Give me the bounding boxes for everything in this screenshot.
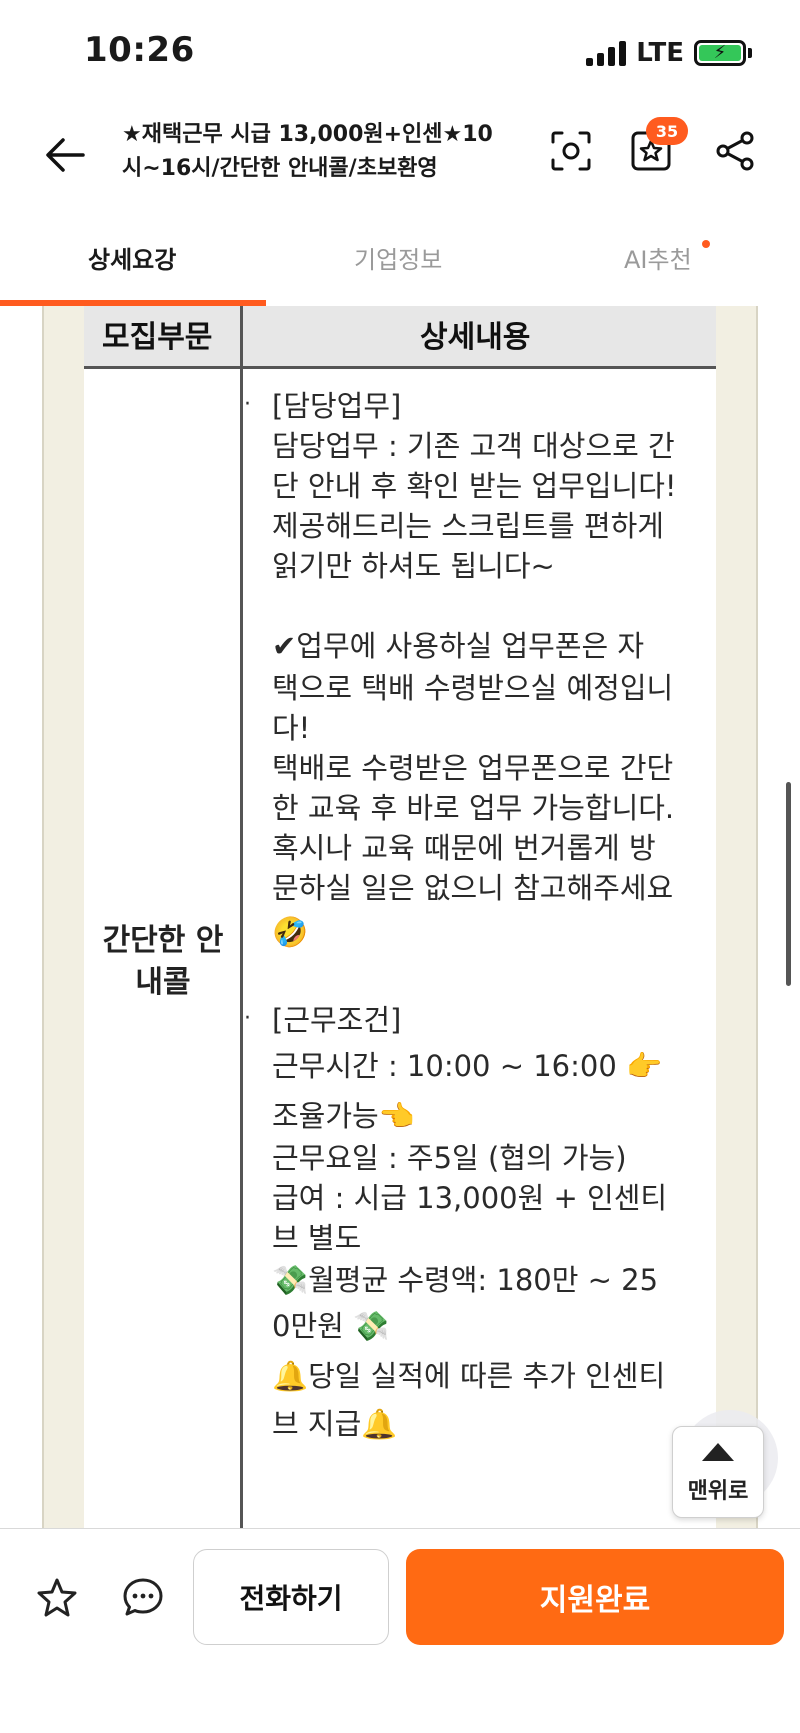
emoji-rofl: 🤣 bbox=[272, 915, 309, 949]
signal-icon bbox=[586, 40, 627, 66]
detail-line: 담당업무 : 기존 고객 대상으로 간 bbox=[272, 429, 675, 463]
detail-line: 근무시간 : 10:00 ~ 16:00 👉 bbox=[272, 1049, 663, 1083]
detail-line: 한 교육 후 바로 업무 가능합니다. bbox=[272, 791, 675, 825]
chat-bubble-icon[interactable] bbox=[118, 1573, 168, 1623]
section-heading: [근무조건] bbox=[272, 1003, 402, 1037]
table-header: 모집부문 상세내용 bbox=[84, 306, 716, 369]
bullet-icon: · bbox=[244, 1006, 251, 1031]
column-divider bbox=[240, 306, 243, 1528]
scroll-to-top-label: 맨위로 bbox=[687, 1479, 749, 1504]
battery-tip bbox=[748, 48, 752, 58]
detail-line: 혹시나 교육 때문에 번거롭게 방 bbox=[272, 831, 656, 865]
detail-line: 택배로 수령받은 업무폰으로 간단 bbox=[272, 751, 674, 785]
detail-line: 문하실 일은 없으니 참고해주세요 bbox=[272, 871, 674, 905]
detail-line: 0만원 💸 bbox=[272, 1309, 390, 1343]
tab-detail[interactable]: 상세요강 bbox=[88, 240, 176, 275]
scrollbar-thumb[interactable] bbox=[786, 782, 791, 986]
job-title-line1: ★재택근무 시급 13,000원+인센★10 bbox=[122, 122, 493, 147]
call-button[interactable]: 전화하기 bbox=[193, 1549, 389, 1645]
battery-icon: ⚡ bbox=[694, 40, 746, 66]
detail-line: 다! bbox=[272, 711, 311, 745]
job-header: ★재택근무 시급 13,000원+인센★10 시~16시/간단한 안내콜/초보환… bbox=[0, 100, 800, 200]
bookmark-count-badge: 35 bbox=[646, 117, 688, 145]
detail-line: 조율가능👈 bbox=[272, 1099, 415, 1133]
share-icon[interactable] bbox=[710, 126, 760, 176]
bottom-action-bar: 전화하기 지원완료 bbox=[0, 1528, 800, 1733]
tab-ai-recommend[interactable]: AI추천 bbox=[624, 240, 692, 275]
header-position: 모집부문 bbox=[102, 320, 213, 355]
back-arrow-icon[interactable] bbox=[40, 130, 90, 180]
new-dot-indicator bbox=[702, 240, 710, 248]
job-detail-content[interactable]: 모집부문 상세내용 간단한 안 내콜 · [담당업무] 담당업무 : 기존 고객… bbox=[0, 306, 800, 1528]
favorite-star-icon[interactable] bbox=[32, 1573, 82, 1623]
apply-complete-button[interactable]: 지원완료 bbox=[406, 1549, 784, 1645]
bullet-icon: · bbox=[244, 392, 251, 417]
job-title: ★재택근무 시급 13,000원+인센★10 시~16시/간단한 안내콜/초보환… bbox=[122, 118, 522, 186]
detail-line: 제공해드리는 스크립트를 편하게 bbox=[272, 509, 664, 543]
section-heading: [담당업무] bbox=[272, 389, 402, 423]
detail-line: 택으로 택배 수령받으실 예정입니 bbox=[272, 671, 674, 705]
status-time: 10:26 bbox=[84, 30, 195, 70]
detail-line: ✔업무에 사용하실 업무폰은 자 bbox=[272, 629, 645, 663]
position-cell: 간단한 안 내콜 bbox=[90, 920, 236, 1004]
detail-line: 💸월평균 수령액: 180만 ~ 25 bbox=[272, 1263, 659, 1297]
network-type: LTE bbox=[636, 38, 684, 68]
frame-border-left bbox=[42, 306, 44, 1528]
detail-line: 급여 : 시급 13,000원 + 인센티 bbox=[272, 1181, 668, 1215]
detail-line: 근무요일 : 주5일 (협의 가능) bbox=[272, 1141, 627, 1175]
job-title-line2: 시~16시/간단한 안내콜/초보환영 bbox=[122, 156, 438, 181]
recruit-table: 모집부문 상세내용 간단한 안 내콜 · [담당업무] 담당업무 : 기존 고객… bbox=[84, 306, 716, 1528]
detail-line: 읽기만 하셔도 됩니다~ bbox=[272, 549, 555, 583]
camera-scan-icon[interactable] bbox=[546, 126, 596, 176]
header-detail: 상세내용 bbox=[420, 320, 531, 355]
detail-tabs: 상세요강 기업정보 AI추천 bbox=[0, 210, 800, 307]
detail-line: 브 지급🔔 bbox=[272, 1407, 398, 1441]
detail-line: 🔔당일 실적에 따른 추가 인센티 bbox=[272, 1359, 666, 1393]
frame-border-right bbox=[756, 306, 758, 1528]
tab-company-info[interactable]: 기업정보 bbox=[354, 240, 442, 275]
detail-line: 단 안내 후 확인 받는 업무입니다! bbox=[272, 469, 677, 503]
detail-line: 브 별도 bbox=[272, 1221, 362, 1255]
position-line1: 간단한 안 bbox=[102, 923, 224, 958]
up-arrow-icon bbox=[702, 1443, 734, 1461]
position-line2: 내콜 bbox=[135, 965, 191, 1000]
status-indicators: LTE ⚡ bbox=[586, 36, 752, 70]
status-bar: 10:26 LTE ⚡ bbox=[0, 0, 800, 100]
scroll-to-top-button[interactable]: 맨위로 bbox=[672, 1426, 764, 1518]
